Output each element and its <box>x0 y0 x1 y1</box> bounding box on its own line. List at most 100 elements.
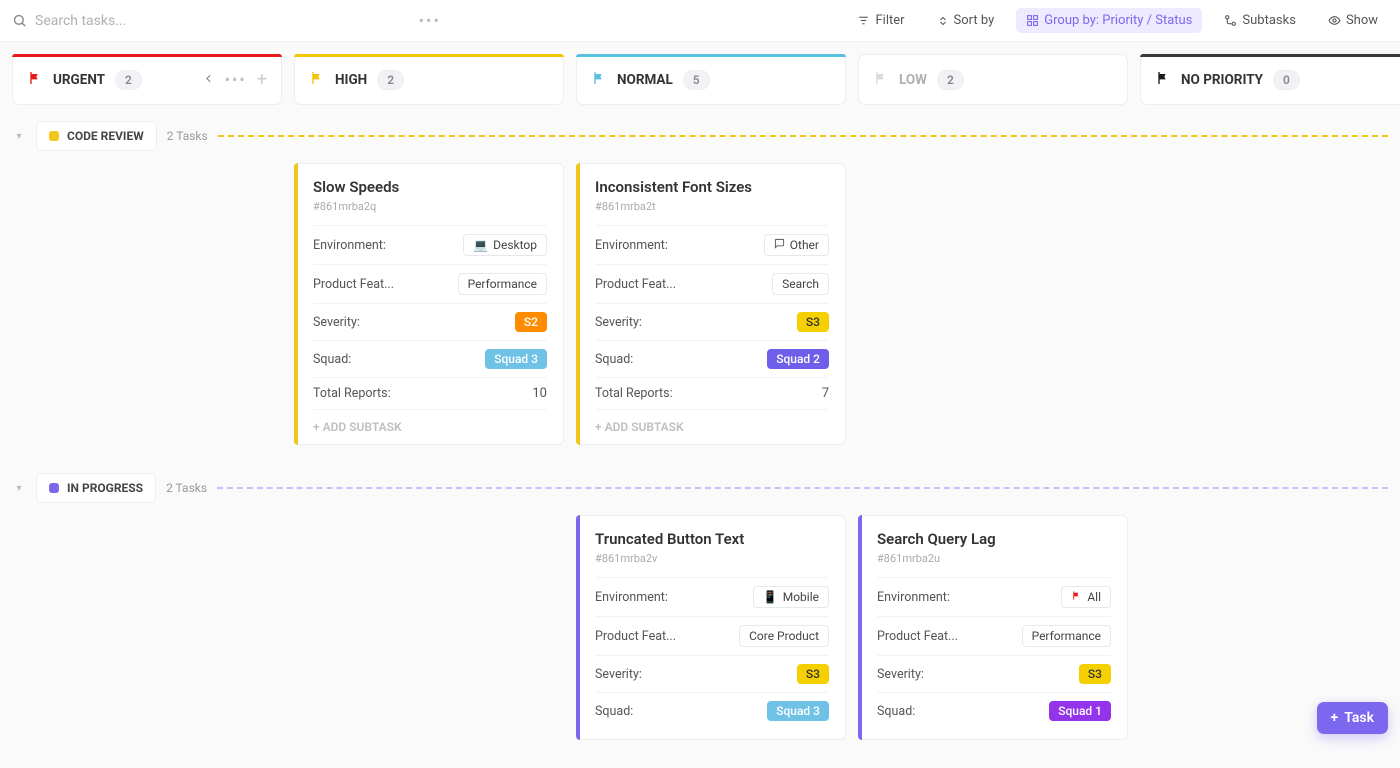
subtasks-label: Subtasks <box>1242 13 1296 28</box>
lane-label: LOW <box>899 72 927 88</box>
severity-badge[interactable]: S3 <box>1079 664 1111 684</box>
show-label: Show <box>1346 13 1378 28</box>
field-label: Squad: <box>595 704 633 719</box>
mobile-icon: 📱 <box>763 590 778 604</box>
topbar-more-button[interactable]: ••• <box>413 11 447 30</box>
severity-badge[interactable]: S3 <box>797 312 829 332</box>
sort-icon <box>937 15 949 27</box>
add-subtask-button[interactable]: + ADD SUBTASK <box>595 409 829 434</box>
product-feature-chip[interactable]: Core Product <box>739 625 829 647</box>
field-label: Severity: <box>595 315 642 330</box>
task-card[interactable]: Slow Speeds #861mrba2q Environment: 💻Des… <box>294 163 564 445</box>
field-label: Severity: <box>313 315 360 330</box>
group-pill[interactable]: IN PROGRESS <box>36 473 156 503</box>
field-label: Squad: <box>877 704 915 719</box>
new-task-fab[interactable]: + Task <box>1317 702 1388 734</box>
card-title: Inconsistent Font Sizes <box>595 178 829 196</box>
task-card[interactable]: Inconsistent Font Sizes #861mrba2t Envir… <box>576 163 846 445</box>
top-actions: Filter Sort by Group by: Priority / Stat… <box>847 8 1388 33</box>
top-bar: ••• Filter Sort by Group by: Priority / … <box>0 0 1400 42</box>
flag-icon <box>591 70 607 90</box>
squad-badge[interactable]: Squad 3 <box>767 701 829 721</box>
group-pill[interactable]: CODE REVIEW <box>36 121 157 151</box>
field-label: Severity: <box>877 667 924 682</box>
lane-label: URGENT <box>53 72 105 88</box>
lane-label: NORMAL <box>617 72 673 88</box>
flag-icon <box>873 70 889 90</box>
task-card[interactable]: Truncated Button Text #861mrba2v Environ… <box>576 515 846 740</box>
severity-badge[interactable]: S3 <box>797 664 829 684</box>
group-button[interactable]: Group by: Priority / Status <box>1016 8 1202 33</box>
status-dot-icon <box>49 483 59 493</box>
task-card[interactable]: Search Query Lag #861mrba2u Environment:… <box>858 515 1128 740</box>
environment-chip[interactable]: 💻Desktop <box>463 234 547 256</box>
field-label: Environment: <box>595 238 668 253</box>
flag-icon <box>1071 590 1082 604</box>
lane-add-button[interactable]: + <box>257 69 267 90</box>
lane-more-button[interactable]: ••• <box>225 70 247 89</box>
card-title: Search Query Lag <box>877 530 1111 548</box>
total-reports-value: 7 <box>822 386 829 401</box>
lane-count: 5 <box>683 70 710 90</box>
group-header: ▾ CODE REVIEW 2 Tasks <box>12 121 1388 151</box>
lane-header-normal[interactable]: NORMAL 5 <box>576 54 846 105</box>
filter-icon <box>857 14 870 27</box>
lane-count: 2 <box>937 70 964 90</box>
plus-icon: + <box>1331 710 1339 726</box>
group-in-progress: ▾ IN PROGRESS 2 Tasks Truncated Button T… <box>0 473 1400 768</box>
group-count: 2 Tasks <box>167 129 208 143</box>
lane-header-nopriority[interactable]: NO PRIORITY 0 <box>1140 54 1400 105</box>
product-feature-chip[interactable]: Performance <box>1022 625 1111 647</box>
collapse-caret-icon[interactable]: ▾ <box>12 483 26 494</box>
group-count: 2 Tasks <box>166 481 207 495</box>
product-feature-chip[interactable]: Search <box>772 273 829 295</box>
lane-label: HIGH <box>335 72 367 88</box>
group-label: Group by: Priority / Status <box>1044 13 1192 28</box>
search-input[interactable] <box>35 13 255 29</box>
field-label: Severity: <box>595 667 642 682</box>
squad-badge[interactable]: Squad 1 <box>1049 701 1111 721</box>
desktop-icon: 💻 <box>473 238 488 252</box>
lane-label: NO PRIORITY <box>1181 72 1263 88</box>
search-icon <box>12 13 27 28</box>
field-label: Product Feat... <box>313 277 394 292</box>
status-dot-icon <box>49 131 59 141</box>
card-id: #861mrba2u <box>877 552 1111 565</box>
sort-button[interactable]: Sort by <box>927 8 1005 33</box>
lane-header-low[interactable]: LOW 2 <box>858 54 1128 105</box>
add-subtask-button[interactable]: + ADD SUBTASK <box>313 409 547 434</box>
field-label: Total Reports: <box>595 386 673 401</box>
lane-header-urgent[interactable]: URGENT 2 ••• + <box>12 54 282 105</box>
group-icon <box>1026 14 1039 27</box>
severity-badge[interactable]: S2 <box>515 312 547 332</box>
squad-badge[interactable]: Squad 2 <box>767 349 829 369</box>
field-label: Product Feat... <box>877 629 958 644</box>
environment-chip[interactable]: Other <box>764 234 829 256</box>
swimlane-headers: URGENT 2 ••• + HIGH 2 NORMAL 5 LOW 2 NO … <box>0 42 1400 105</box>
flag-icon <box>27 70 43 90</box>
field-label: Squad: <box>595 352 633 367</box>
environment-chip[interactable]: 📱Mobile <box>753 586 829 608</box>
collapse-caret-icon[interactable]: ▾ <box>12 131 26 142</box>
environment-chip[interactable]: All <box>1061 586 1111 608</box>
group-divider <box>217 487 1388 489</box>
subtasks-button[interactable]: Subtasks <box>1214 8 1306 33</box>
lane-count: 0 <box>1273 70 1300 90</box>
filter-label: Filter <box>875 13 904 28</box>
lane-header-high[interactable]: HIGH 2 <box>294 54 564 105</box>
fab-label: Task <box>1344 710 1374 726</box>
card-title: Truncated Button Text <box>595 530 829 548</box>
field-label: Environment: <box>595 590 668 605</box>
chevron-left-icon[interactable] <box>202 70 215 89</box>
card-id: #861mrba2q <box>313 200 547 213</box>
group-divider <box>218 135 1388 137</box>
flag-icon <box>309 70 325 90</box>
search-wrap <box>12 13 413 29</box>
show-icon <box>1328 14 1341 27</box>
group-label: IN PROGRESS <box>67 481 143 495</box>
product-feature-chip[interactable]: Performance <box>458 273 547 295</box>
squad-badge[interactable]: Squad 3 <box>485 349 547 369</box>
show-button[interactable]: Show <box>1318 8 1388 33</box>
flag-icon <box>1155 70 1171 90</box>
filter-button[interactable]: Filter <box>847 8 914 33</box>
